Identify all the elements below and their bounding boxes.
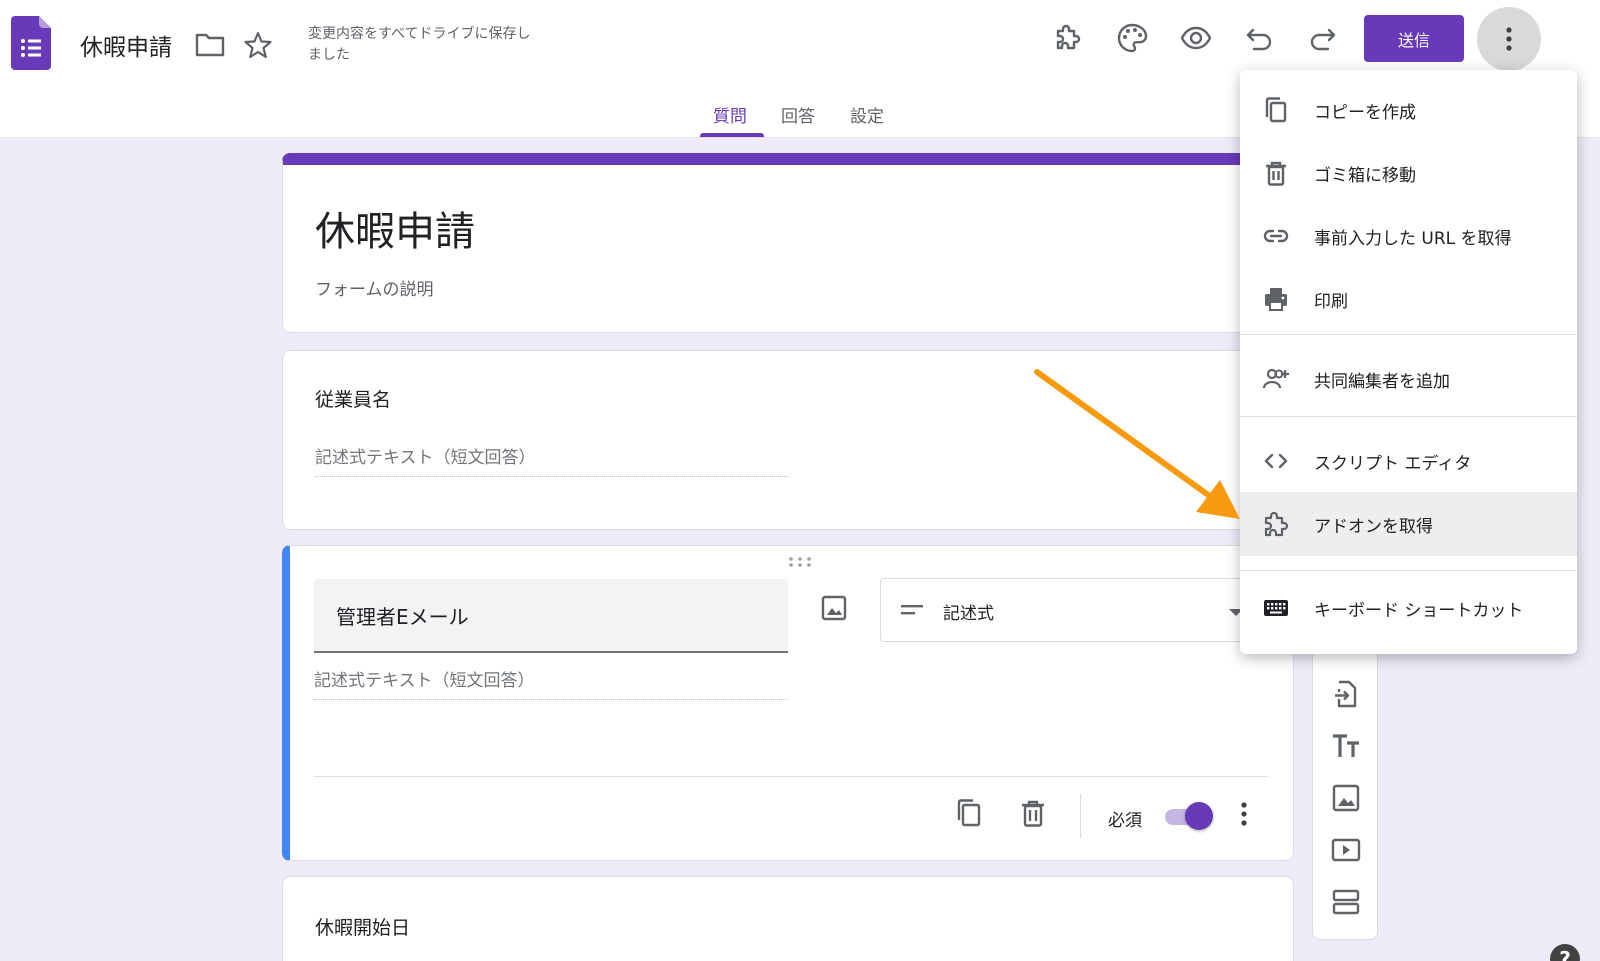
menu-label: 印刷 (1314, 292, 1348, 312)
menu-item-move-to-trash[interactable]: ゴミ箱に移動 (1240, 141, 1577, 205)
question-card-manager-email[interactable]: 管理者Eメール 記述式 記述式テキスト（短文回答） 必須 (282, 545, 1294, 861)
puzzle-icon (1264, 511, 1289, 537)
add-title-icon[interactable] (1331, 731, 1361, 761)
document-title[interactable]: 休暇申請 (80, 28, 172, 62)
link-icon (1263, 229, 1289, 243)
required-label: 必須 (1108, 811, 1142, 831)
answer-placeholder: 記述式テキスト（短文回答） (314, 666, 788, 700)
question-title: 休暇開始日 (315, 917, 411, 939)
form-description-field[interactable]: フォームの説明 (315, 275, 434, 300)
add-image-icon[interactable] (1331, 783, 1361, 813)
form-header-card[interactable]: 休暇申請 フォームの説明 (282, 153, 1294, 333)
form-title[interactable]: 休暇申請 (315, 199, 475, 257)
question-type-dropdown[interactable]: 記述式 (880, 578, 1260, 642)
question-card-employee-name[interactable]: 従業員名 記述式テキスト（短文回答） (282, 350, 1294, 530)
add-video-icon[interactable] (1331, 835, 1361, 865)
add-section-icon[interactable] (1331, 887, 1361, 917)
forms-logo[interactable] (11, 16, 51, 70)
delete-icon[interactable] (1018, 798, 1048, 828)
tab-responses[interactable]: 回答 (781, 102, 815, 127)
redo-icon[interactable] (1306, 22, 1338, 54)
copy-icon (1265, 97, 1287, 123)
duplicate-icon[interactable] (954, 798, 984, 828)
add-people-icon (1262, 368, 1289, 389)
more-vert-icon (1506, 27, 1512, 51)
question-more-icon[interactable] (1236, 800, 1252, 828)
code-icon (1264, 453, 1288, 469)
import-questions-icon[interactable] (1331, 679, 1361, 709)
keyboard-icon (1264, 600, 1288, 616)
print-icon (1265, 288, 1287, 311)
menu-label: キーボード ショートカット (1314, 601, 1524, 621)
more-options-button[interactable] (1477, 7, 1541, 71)
menu-label: スクリプト エディタ (1314, 454, 1472, 474)
menu-label: コピーを作成 (1314, 103, 1416, 123)
trash-icon (1266, 161, 1286, 186)
help-icon[interactable]: ? (1550, 944, 1580, 961)
question-type-label: 記述式 (943, 604, 994, 624)
add-image-icon[interactable] (820, 594, 848, 622)
menu-item-add-collaborators[interactable]: 共同編集者を追加 (1240, 347, 1577, 411)
menu-item-keyboard-shortcuts[interactable]: キーボード ショートカット (1240, 576, 1577, 640)
folder-icon[interactable] (195, 32, 225, 58)
divider (314, 776, 1268, 777)
tab-settings[interactable]: 設定 (850, 102, 884, 127)
save-status: 変更内容をすべてドライブに保存しました (308, 26, 531, 63)
menu-separator (1240, 416, 1577, 417)
palette-icon[interactable] (1116, 22, 1148, 54)
drag-handle-icon[interactable] (788, 556, 812, 568)
menu-label: ゴミ箱に移動 (1314, 166, 1416, 186)
question-title-input[interactable]: 管理者Eメール (314, 579, 788, 653)
puzzle-icon[interactable] (1052, 22, 1084, 54)
send-button[interactable]: 送信 (1364, 15, 1464, 62)
answer-placeholder: 記述式テキスト（短文回答） (315, 443, 789, 477)
menu-label: アドオンを取得 (1314, 517, 1433, 537)
menu-item-make-copy[interactable]: コピーを作成 (1240, 78, 1577, 142)
star-icon[interactable] (244, 31, 272, 59)
footer-separator (1080, 794, 1081, 838)
menu-separator (1240, 334, 1577, 335)
required-toggle-knob[interactable] (1185, 802, 1213, 830)
question-title-text: 管理者Eメール (336, 605, 469, 629)
active-tab-indicator (700, 133, 764, 137)
short-text-icon (901, 605, 923, 615)
question-card-leave-start[interactable]: 休暇開始日 (282, 876, 1294, 961)
more-options-menu: コピーを作成 ゴミ箱に移動 事前入力した URL を取得 印刷 共同編集者を追加 (1240, 70, 1577, 654)
menu-item-print[interactable]: 印刷 (1240, 267, 1577, 331)
menu-label: 事前入力した URL を取得 (1314, 229, 1512, 249)
menu-item-script-editor[interactable]: スクリプト エディタ (1240, 429, 1577, 493)
tab-questions[interactable]: 質問 (713, 102, 747, 127)
menu-separator (1240, 570, 1577, 571)
menu-item-get-addons[interactable]: アドオンを取得 (1240, 492, 1577, 556)
preview-eye-icon[interactable] (1180, 22, 1212, 54)
question-title: 従業員名 (315, 389, 392, 411)
menu-item-prefilled-url[interactable]: 事前入力した URL を取得 (1240, 204, 1577, 268)
floating-toolbar (1312, 640, 1378, 940)
menu-label: 共同編集者を追加 (1314, 372, 1450, 392)
undo-icon[interactable] (1244, 22, 1276, 54)
